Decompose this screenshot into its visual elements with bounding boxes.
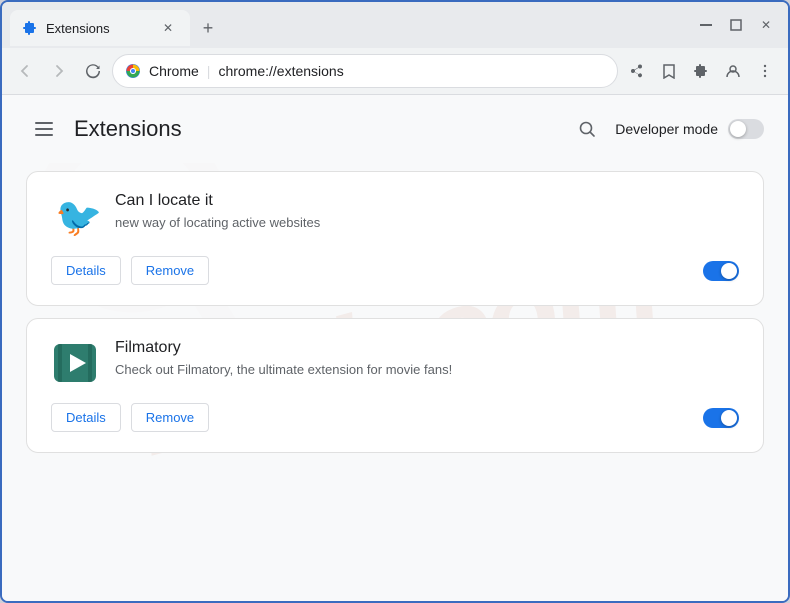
extension-toggle-can-locate-it[interactable] — [703, 261, 739, 281]
back-button[interactable] — [10, 56, 40, 86]
window-controls: ✕ — [692, 14, 780, 42]
extension-name-filmatory: Filmatory — [115, 339, 739, 357]
toggle-knob — [721, 263, 737, 279]
profile-button[interactable] — [718, 56, 748, 86]
extension-actions-filmatory: Details Remove — [51, 403, 739, 432]
active-tab[interactable]: Extensions ✕ — [10, 10, 190, 46]
bookmark-button[interactable] — [654, 56, 684, 86]
remove-button-can-locate-it[interactable]: Remove — [131, 256, 209, 285]
share-button[interactable] — [622, 56, 652, 86]
tab-close-button[interactable]: ✕ — [158, 18, 178, 38]
extension-actions-can-locate-it: Details Remove — [51, 256, 739, 285]
extension-toggle-filmatory[interactable] — [703, 408, 739, 428]
extension-card-filmatory: Filmatory Check out Filmatory, the ultim… — [26, 318, 764, 453]
page-title: Extensions — [74, 116, 569, 142]
menu-button[interactable] — [750, 56, 780, 86]
title-bar: Extensions ✕ + ✕ — [2, 2, 788, 48]
extensions-list: 🐦 Can I locate it new way of locating ac… — [2, 163, 788, 477]
url-text[interactable]: chrome://extensions — [218, 63, 605, 79]
extension-desc-filmatory: Check out Filmatory, the ultimate extens… — [115, 361, 739, 379]
address-bar[interactable]: Chrome | chrome://extensions — [112, 54, 618, 88]
page-content: riash.com Extensions Developer — [2, 95, 788, 601]
extension-name-can-locate-it: Can I locate it — [115, 192, 739, 210]
details-button-can-locate-it[interactable]: Details — [51, 256, 121, 285]
toggle-knob — [721, 410, 737, 426]
maximize-button[interactable] — [722, 14, 750, 36]
extension-toggle-wrap-filmatory — [703, 408, 739, 428]
extension-toggle-wrap-can-locate-it — [703, 261, 739, 281]
extension-card-can-locate-it: 🐦 Can I locate it new way of locating ac… — [26, 171, 764, 306]
reload-button[interactable] — [78, 56, 108, 86]
remove-button-filmatory[interactable]: Remove — [131, 403, 209, 432]
dev-mode-section: Developer mode — [569, 111, 764, 147]
extension-desc-can-locate-it: new way of locating active websites — [115, 214, 739, 232]
extension-icon-can-locate-it: 🐦 — [51, 192, 99, 240]
tab-title-label: Extensions — [46, 21, 150, 36]
svg-text:🐦: 🐦 — [55, 197, 99, 239]
developer-mode-label: Developer mode — [615, 121, 718, 137]
minimize-button[interactable] — [692, 14, 720, 36]
forward-button[interactable] — [44, 56, 74, 86]
developer-mode-toggle[interactable] — [728, 119, 764, 139]
hamburger-icon — [35, 122, 53, 136]
browser-window: Extensions ✕ + ✕ — [0, 0, 790, 603]
hamburger-menu-button[interactable] — [26, 111, 62, 147]
toggle-knob — [730, 121, 746, 137]
chrome-logo — [125, 63, 141, 79]
extension-icon-filmatory — [51, 339, 99, 387]
extension-top: 🐦 Can I locate it new way of locating ac… — [51, 192, 739, 240]
extension-top: Filmatory Check out Filmatory, the ultim… — [51, 339, 739, 387]
search-icon — [578, 120, 596, 138]
extensions-button[interactable] — [686, 56, 716, 86]
url-prefix: Chrome — [149, 63, 199, 79]
extension-info-can-locate-it: Can I locate it new way of locating acti… — [115, 192, 739, 232]
details-button-filmatory[interactable]: Details — [51, 403, 121, 432]
nav-actions — [622, 56, 780, 86]
nav-bar: Chrome | chrome://extensions — [2, 48, 788, 95]
close-button[interactable]: ✕ — [752, 14, 780, 36]
extensions-header: Extensions Developer mode — [2, 95, 788, 163]
search-extensions-button[interactable] — [569, 111, 605, 147]
extensions-tab-icon — [22, 20, 38, 36]
url-separator: | — [207, 63, 211, 79]
new-tab-button[interactable]: + — [194, 14, 222, 42]
extension-info-filmatory: Filmatory Check out Filmatory, the ultim… — [115, 339, 739, 379]
